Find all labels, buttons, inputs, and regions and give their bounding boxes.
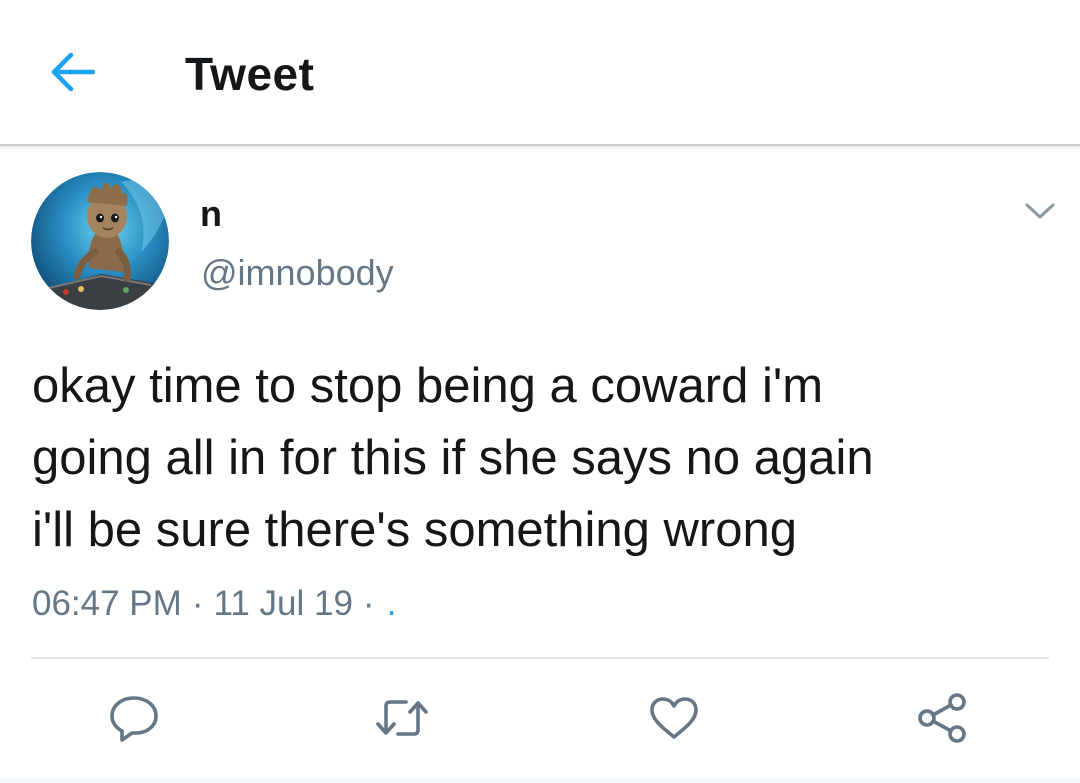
top-app-bar: Tweet <box>0 0 1080 146</box>
meta-separator: · <box>191 584 204 623</box>
tweet-text: okay time to stop being a coward i'm goi… <box>32 359 874 557</box>
tweet-options-button[interactable] <box>1018 196 1062 226</box>
back-button[interactable] <box>40 48 104 96</box>
author-handle[interactable]: @imnobody <box>201 251 394 295</box>
tweet-meta: 06:47 PM · 11 Jul 19 ·. <box>32 582 396 626</box>
arrow-left-icon <box>51 52 95 92</box>
avatar[interactable] <box>31 172 169 310</box>
heart-icon <box>650 697 698 739</box>
like-button[interactable] <box>644 688 704 748</box>
share-icon <box>918 693 966 743</box>
bottom-edge <box>0 778 1080 783</box>
tweet-source-link[interactable]: . <box>385 584 397 623</box>
share-button[interactable] <box>912 688 972 748</box>
reply-button[interactable] <box>104 688 164 748</box>
tweet-time: 06:47 PM <box>32 584 182 623</box>
page-title: Tweet <box>185 48 315 100</box>
retweet-button[interactable] <box>372 688 432 748</box>
reply-icon <box>110 696 158 742</box>
divider <box>31 657 1049 659</box>
retweet-icon <box>376 700 428 736</box>
chevron-down-icon <box>1025 203 1055 219</box>
tweet-date: 11 Jul 19 <box>213 584 353 623</box>
author-display-name[interactable]: n <box>200 192 222 236</box>
meta-separator: · <box>362 584 375 623</box>
avatar-image <box>31 172 169 310</box>
tweet-detail-screen: Tweet n @imnobody okay time to stop bein… <box>0 0 1080 783</box>
